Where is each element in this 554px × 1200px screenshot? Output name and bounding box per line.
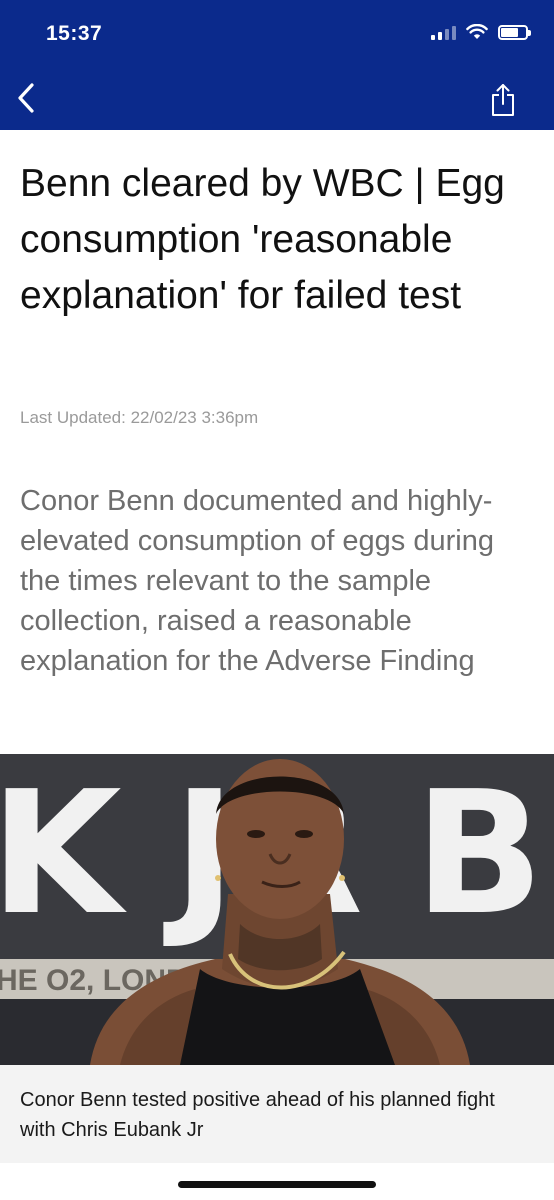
article-standfirst: Conor Benn documented and highly-elevate… (20, 485, 494, 677)
app-header: 15:37 (0, 0, 554, 130)
photo-caption: Conor Benn tested positive ahead of his … (0, 1065, 554, 1163)
last-updated: Last Updated: 22/02/23 3:36pm (20, 408, 259, 427)
status-icons (431, 24, 531, 40)
battery-icon (498, 24, 531, 40)
back-button[interactable] (6, 78, 46, 118)
article-headline: Benn cleared by WBC | Egg consumption 'r… (20, 162, 505, 317)
cellular-signal-icon (431, 24, 456, 40)
boxer-figure: HE O2, LOND (0, 759, 554, 1065)
share-button[interactable] (486, 80, 520, 120)
share-icon (492, 84, 514, 116)
wifi-icon (466, 24, 488, 39)
status-time: 15:37 (46, 22, 103, 45)
article-photo[interactable]: K JR BEN HE O2, LOND (0, 754, 554, 1065)
chevron-left-icon (18, 83, 34, 113)
home-indicator[interactable] (178, 1181, 376, 1188)
